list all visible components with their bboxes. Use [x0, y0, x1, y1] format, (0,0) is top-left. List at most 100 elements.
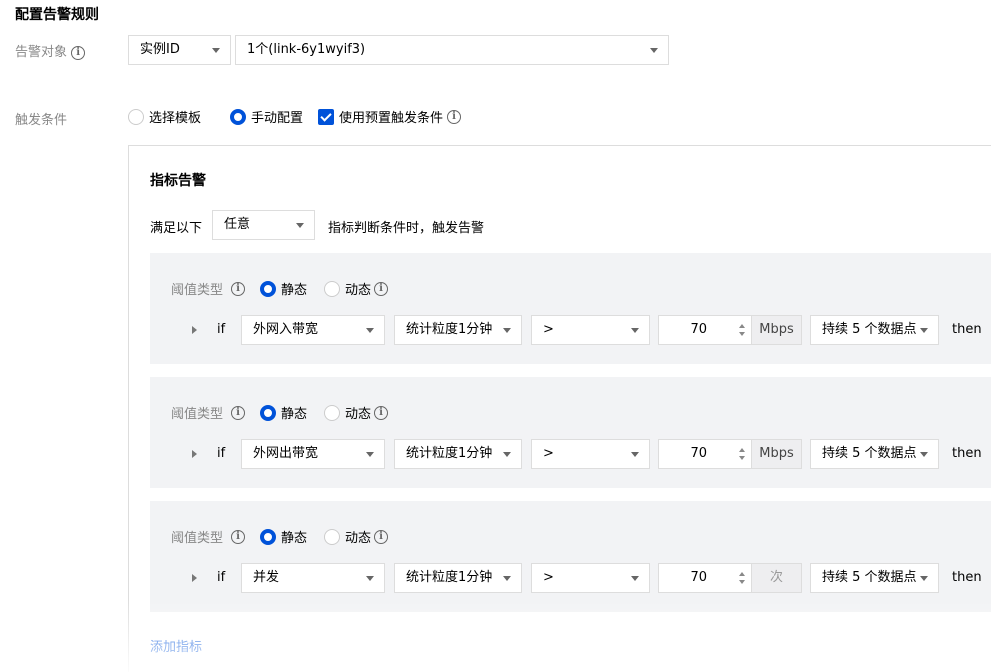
then-label: then — [952, 322, 982, 337]
info-icon[interactable]: i — [447, 109, 462, 124]
alarm-target-label-group: 告警对象 i — [15, 41, 86, 60]
info-icon[interactable]: i — [231, 405, 246, 420]
stepper-icon[interactable] — [739, 572, 747, 584]
dynamic-radio[interactable] — [324, 528, 341, 545]
target-type-value: 实例ID — [140, 42, 180, 57]
period-select[interactable]: 统计粒度1分钟 — [394, 563, 522, 593]
operator-select[interactable]: > — [531, 315, 650, 345]
period-select[interactable]: 统计粒度1分钟 — [394, 439, 522, 469]
metric-select[interactable]: 外网出带宽 — [241, 439, 385, 469]
threshold-type-row: 阈值类型 i 静态 动态 i — [171, 279, 389, 298]
info-icon[interactable]: i — [374, 405, 389, 420]
then-label: then — [952, 570, 982, 585]
unit-label: 次 — [752, 563, 802, 593]
metric-value: 并发 — [253, 570, 280, 585]
then-label: then — [952, 446, 982, 461]
chevron-down-icon — [366, 576, 374, 581]
static-radio-label[interactable]: 静态 — [281, 279, 307, 298]
threshold-type-label: 阈值类型 — [171, 531, 224, 546]
duration-select[interactable]: 持续 5 个数据点 — [810, 439, 939, 469]
instance-value: 1个(link-6y1wyif3) — [247, 42, 366, 57]
if-label: if — [217, 322, 226, 337]
if-label: if — [217, 570, 226, 585]
if-label: if — [217, 446, 226, 461]
info-icon[interactable]: i — [71, 45, 86, 60]
expand-triangle-icon[interactable] — [192, 450, 197, 458]
target-type-select[interactable]: 实例ID — [128, 35, 231, 65]
duration-select[interactable]: 持续 5 个数据点 — [810, 563, 939, 593]
alarm-target-label: 告警对象 — [15, 45, 68, 60]
chevron-down-icon — [631, 328, 639, 333]
manual-radio-label[interactable]: 手动配置 — [251, 107, 303, 126]
duration-value: 持续 5 个数据点 — [822, 446, 917, 461]
stepper-icon[interactable] — [739, 324, 747, 336]
threshold-type-label: 阈值类型 — [171, 407, 224, 422]
static-radio[interactable] — [260, 280, 277, 297]
rule-block — [150, 377, 991, 488]
operator-value: > — [543, 446, 554, 461]
metric-value: 外网出带宽 — [253, 446, 319, 461]
chevron-down-icon — [366, 328, 374, 333]
threshold-value-input[interactable]: 70 — [658, 563, 752, 593]
duration-value: 持续 5 个数据点 — [822, 322, 917, 337]
chevron-down-icon — [503, 452, 511, 457]
static-radio[interactable] — [260, 528, 277, 545]
satisfy-prefix: 满足以下 — [150, 221, 203, 236]
satisfy-suffix: 指标判断条件时，触发告警 — [328, 221, 485, 236]
period-value: 统计粒度1分钟 — [406, 570, 493, 585]
threshold-value: 70 — [690, 570, 707, 585]
threshold-type-label: 阈值类型 — [171, 283, 224, 298]
duration-select[interactable]: 持续 5 个数据点 — [810, 315, 939, 345]
chevron-down-icon — [296, 223, 304, 228]
threshold-value: 70 — [690, 322, 707, 337]
chevron-down-icon — [920, 452, 928, 457]
info-icon[interactable]: i — [374, 281, 389, 296]
dynamic-radio[interactable] — [324, 280, 341, 297]
info-icon[interactable]: i — [231, 529, 246, 544]
info-icon[interactable]: i — [231, 281, 246, 296]
preset-checkbox-label[interactable]: 使用预置触发条件 — [339, 107, 443, 126]
manual-radio[interactable] — [230, 108, 247, 125]
template-radio[interactable] — [128, 108, 144, 125]
threshold-value-input[interactable]: 70 — [658, 315, 752, 345]
duration-value: 持续 5 个数据点 — [822, 570, 917, 585]
period-value: 统计粒度1分钟 — [406, 322, 493, 337]
expand-triangle-icon[interactable] — [192, 574, 197, 582]
instance-select[interactable]: 1个(link-6y1wyif3) — [235, 35, 669, 65]
threshold-type-row: 阈值类型 i 静态 动态 i — [171, 527, 389, 546]
add-metric-link[interactable]: 添加指标 — [150, 636, 202, 655]
metric-select[interactable]: 外网入带宽 — [241, 315, 385, 345]
static-radio[interactable] — [260, 404, 277, 421]
dynamic-radio-label[interactable]: 动态 — [345, 279, 371, 298]
operator-value: > — [543, 322, 554, 337]
dynamic-radio[interactable] — [324, 404, 341, 421]
metric-select[interactable]: 并发 — [241, 563, 385, 593]
satisfy-select[interactable]: 任意 — [212, 210, 315, 240]
preset-checkbox[interactable] — [318, 108, 335, 125]
operator-select[interactable]: > — [531, 563, 650, 593]
info-icon[interactable]: i — [374, 529, 389, 544]
dynamic-radio-label[interactable]: 动态 — [345, 527, 371, 546]
static-radio-label[interactable]: 静态 — [281, 527, 307, 546]
unit-label: Mbps — [752, 439, 802, 469]
unit-label: Mbps — [752, 315, 802, 345]
chevron-down-icon — [920, 328, 928, 333]
period-select[interactable]: 统计粒度1分钟 — [394, 315, 522, 345]
satisfy-select-value: 任意 — [224, 217, 251, 232]
chevron-down-icon — [503, 328, 511, 333]
threshold-type-row: 阈值类型 i 静态 动态 i — [171, 403, 389, 422]
chevron-down-icon — [212, 48, 220, 53]
dynamic-radio-label[interactable]: 动态 — [345, 403, 371, 422]
stepper-icon[interactable] — [739, 448, 747, 460]
metric-alarm-title: 指标告警 — [150, 173, 206, 189]
static-radio-label[interactable]: 静态 — [281, 403, 307, 422]
operator-select[interactable]: > — [531, 439, 650, 469]
expand-triangle-icon[interactable] — [192, 326, 197, 334]
operator-value: > — [543, 570, 554, 585]
template-radio-label[interactable]: 选择模板 — [149, 107, 201, 126]
threshold-value-input[interactable]: 70 — [658, 439, 752, 469]
chevron-down-icon — [920, 576, 928, 581]
trigger-label: 触发条件 — [15, 113, 68, 128]
chevron-down-icon — [366, 452, 374, 457]
metric-value: 外网入带宽 — [253, 322, 319, 337]
